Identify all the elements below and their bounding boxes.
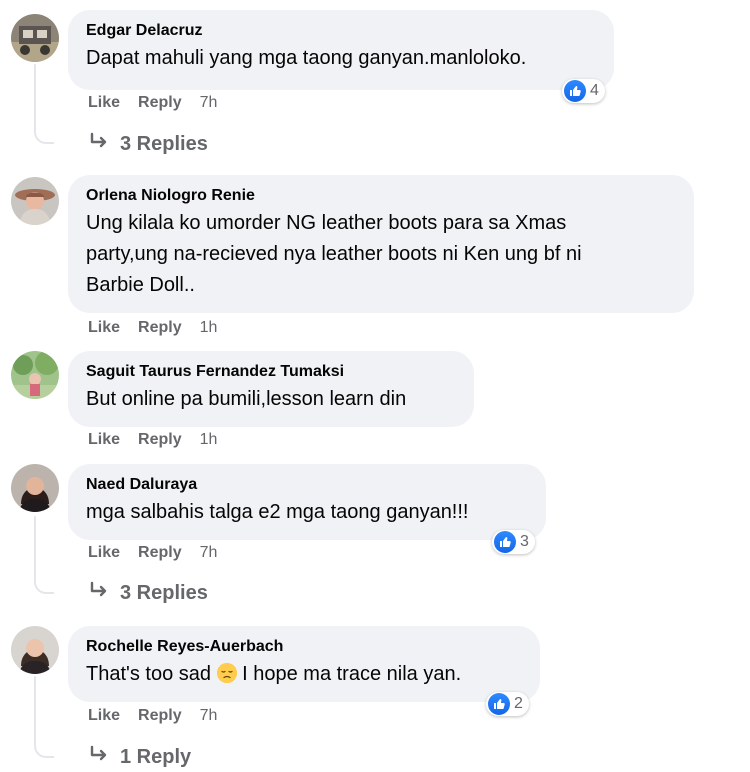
comment-text-line: party,ung na-recieved nya leather boots … bbox=[86, 243, 582, 265]
comment-text: Dapat mahuli yang mga taong ganyan.manlo… bbox=[86, 47, 527, 69]
comment-author[interactable]: Orlena Niologro Renie bbox=[86, 185, 678, 207]
pensive-face-emoji-icon bbox=[216, 663, 237, 683]
view-replies-link[interactable]: 1 Reply bbox=[90, 745, 191, 769]
avatar[interactable] bbox=[11, 14, 59, 62]
comment-bubble: Rochelle Reyes-Auerbach That's too sad I… bbox=[68, 626, 540, 702]
comment-text-part: I hope ma trace nila yan. bbox=[236, 663, 462, 685]
reaction-summary[interactable]: 3 bbox=[492, 530, 535, 554]
comment-text: mga salbahis talga e2 mga taong ganyan!!… bbox=[86, 501, 469, 523]
like-reaction-icon bbox=[564, 80, 586, 102]
thread-line bbox=[34, 676, 36, 744]
comment-author[interactable]: Edgar Delacruz bbox=[86, 20, 598, 42]
reply-arrow-icon bbox=[90, 745, 110, 769]
comment-timestamp[interactable]: 7h bbox=[200, 707, 218, 725]
thread-connector bbox=[34, 128, 54, 144]
avatar[interactable] bbox=[11, 626, 59, 674]
replies-count-label: 3 Replies bbox=[120, 132, 208, 155]
avatar[interactable] bbox=[11, 177, 59, 225]
replies-count-label: 1 Reply bbox=[120, 745, 192, 768]
comment-bubble: Saguit Taurus Fernandez Tumaksi But onli… bbox=[68, 351, 474, 427]
comment-actions: Like Reply 7h bbox=[88, 544, 235, 562]
like-button[interactable]: Like bbox=[88, 544, 120, 562]
comment-actions: Like Reply 7h bbox=[88, 94, 235, 112]
like-reaction-icon bbox=[494, 531, 516, 553]
thread-connector bbox=[34, 742, 54, 758]
reply-button[interactable]: Reply bbox=[138, 707, 182, 725]
comment-text: That's too sad I hope ma trace nila yan. bbox=[86, 659, 524, 689]
like-button[interactable]: Like bbox=[88, 319, 120, 337]
thread-connector bbox=[34, 578, 54, 594]
reaction-summary[interactable]: 4 bbox=[562, 79, 605, 103]
reply-button[interactable]: Reply bbox=[138, 431, 182, 449]
avatar[interactable] bbox=[11, 351, 59, 399]
comment-actions: Like Reply 1h bbox=[88, 319, 235, 337]
like-reaction-icon bbox=[488, 693, 510, 715]
comment-actions: Like Reply 7h bbox=[88, 707, 235, 725]
reaction-count: 3 bbox=[520, 533, 529, 550]
like-button[interactable]: Like bbox=[88, 94, 120, 112]
comment-timestamp[interactable]: 7h bbox=[200, 94, 218, 112]
comment-bubble: Orlena Niologro Renie Ung kilala ko umor… bbox=[68, 175, 694, 313]
replies-count-label: 3 Replies bbox=[120, 581, 208, 604]
avatar[interactable] bbox=[11, 464, 59, 512]
reply-button[interactable]: Reply bbox=[138, 94, 182, 112]
comment-author[interactable]: Naed Daluraya bbox=[86, 474, 530, 496]
comment-author[interactable]: Saguit Taurus Fernandez Tumaksi bbox=[86, 361, 458, 383]
view-replies-link[interactable]: 3 Replies bbox=[90, 132, 208, 156]
reply-button[interactable]: Reply bbox=[138, 319, 182, 337]
reply-button[interactable]: Reply bbox=[138, 544, 182, 562]
comment-actions: Like Reply 1h bbox=[88, 431, 235, 449]
thread-line bbox=[34, 64, 36, 130]
reaction-summary[interactable]: 2 bbox=[486, 692, 529, 716]
comment-bubble: Edgar Delacruz Dapat mahuli yang mga tao… bbox=[68, 10, 614, 90]
comment-timestamp[interactable]: 1h bbox=[200, 431, 218, 449]
reaction-count: 4 bbox=[590, 82, 599, 99]
comment-bubble: Naed Daluraya mga salbahis talga e2 mga … bbox=[68, 464, 546, 540]
comment-timestamp[interactable]: 1h bbox=[200, 319, 218, 337]
thread-line bbox=[34, 516, 36, 582]
comment-text-line: Ung kilala ko umorder NG leather boots p… bbox=[86, 212, 567, 234]
view-replies-link[interactable]: 3 Replies bbox=[90, 581, 208, 605]
comment-text-line: Barbie Doll.. bbox=[86, 274, 195, 296]
reply-arrow-icon bbox=[90, 132, 110, 156]
comment-timestamp[interactable]: 7h bbox=[200, 544, 218, 562]
comment-text: But online pa bumili,lesson learn din bbox=[86, 388, 407, 410]
like-button[interactable]: Like bbox=[88, 431, 120, 449]
comment-author[interactable]: Rochelle Reyes-Auerbach bbox=[86, 636, 524, 658]
reaction-count: 2 bbox=[514, 695, 523, 712]
reply-arrow-icon bbox=[90, 581, 110, 605]
like-button[interactable]: Like bbox=[88, 707, 120, 725]
comment-text-part: That's too sad bbox=[86, 663, 217, 685]
